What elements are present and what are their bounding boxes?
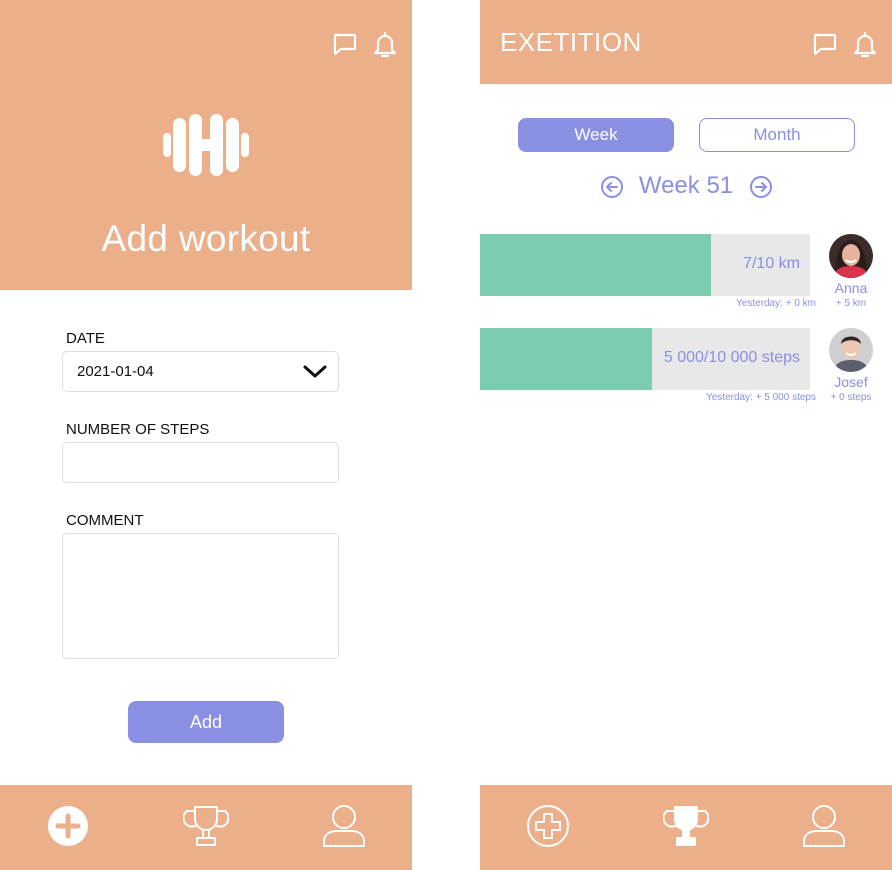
participant-name: Anna <box>834 280 868 296</box>
period-navigation: Week 51 <box>480 170 892 202</box>
user-icon <box>321 803 367 854</box>
period-label: Week 51 <box>638 172 734 199</box>
date-value: 2021-01-04 <box>77 363 154 380</box>
message-icon[interactable] <box>332 30 358 58</box>
chevron-down-icon <box>302 364 328 385</box>
avatar-anna[interactable] <box>829 234 873 278</box>
progress-fill <box>480 234 711 296</box>
competition-header: EXETITION <box>480 0 892 84</box>
arrow-right-circle-icon[interactable] <box>749 175 773 199</box>
tab-month[interactable]: Month <box>699 118 855 152</box>
avatar-josef[interactable] <box>829 328 873 372</box>
date-label: DATE <box>66 330 105 347</box>
progress-text: 5 000/10 000 steps <box>663 349 800 366</box>
tab-week[interactable]: Week <box>518 118 674 152</box>
yesterday-text: Yesterday: + 5 000 steps <box>706 392 816 403</box>
comment-field-wrapper <box>62 533 339 659</box>
bell-icon[interactable] <box>852 30 878 58</box>
trophy-icon <box>662 803 710 854</box>
progress-fill <box>480 328 652 390</box>
nav-competition[interactable] <box>182 805 230 851</box>
comment-label: COMMENT <box>66 512 144 529</box>
progress-text: 7/10 km <box>743 255 800 272</box>
add-workout-screen: Add workout DATE 2021-01-04 NUMBER OF ST… <box>0 0 412 870</box>
bell-icon[interactable] <box>372 30 398 58</box>
add-workout-header: Add workout <box>0 0 412 290</box>
nav-profile[interactable] <box>800 803 848 854</box>
participant-delta: + 0 steps <box>830 392 872 403</box>
header-icons <box>332 30 398 58</box>
nav-competition[interactable] <box>662 805 710 851</box>
nav-add-workout[interactable] <box>44 805 92 851</box>
app-title: EXETITION <box>500 27 642 57</box>
message-icon[interactable] <box>812 30 838 58</box>
date-select[interactable]: 2021-01-04 <box>62 351 339 392</box>
steps-input[interactable] <box>63 443 338 482</box>
bottom-nav <box>480 785 892 870</box>
dumbbell-icon <box>162 114 250 181</box>
user-icon <box>801 803 847 854</box>
header-icons <box>812 30 878 58</box>
participant-delta: + 5 km <box>835 298 867 309</box>
plus-circle-icon <box>526 804 570 853</box>
steps-label: NUMBER OF STEPS <box>66 421 210 438</box>
progress-bar: 7/10 km <box>480 234 810 296</box>
page-title: Add workout <box>101 218 311 259</box>
plus-circle-icon <box>46 804 90 853</box>
comment-textarea[interactable] <box>63 534 338 658</box>
progress-bar: 5 000/10 000 steps <box>480 328 810 390</box>
arrow-left-circle-icon[interactable] <box>600 175 624 199</box>
steps-field-wrapper <box>62 442 339 483</box>
yesterday-text: Yesterday: + 0 km <box>736 298 816 309</box>
add-workout-button[interactable]: Add <box>128 701 284 743</box>
trophy-icon <box>182 803 230 854</box>
nav-profile[interactable] <box>320 803 368 854</box>
nav-add-workout[interactable] <box>524 804 572 853</box>
participant-name: Josef <box>834 374 868 390</box>
competition-screen: EXETITION Week Month Week 51 7/10 km Yes… <box>480 0 892 870</box>
bottom-nav <box>0 785 412 870</box>
